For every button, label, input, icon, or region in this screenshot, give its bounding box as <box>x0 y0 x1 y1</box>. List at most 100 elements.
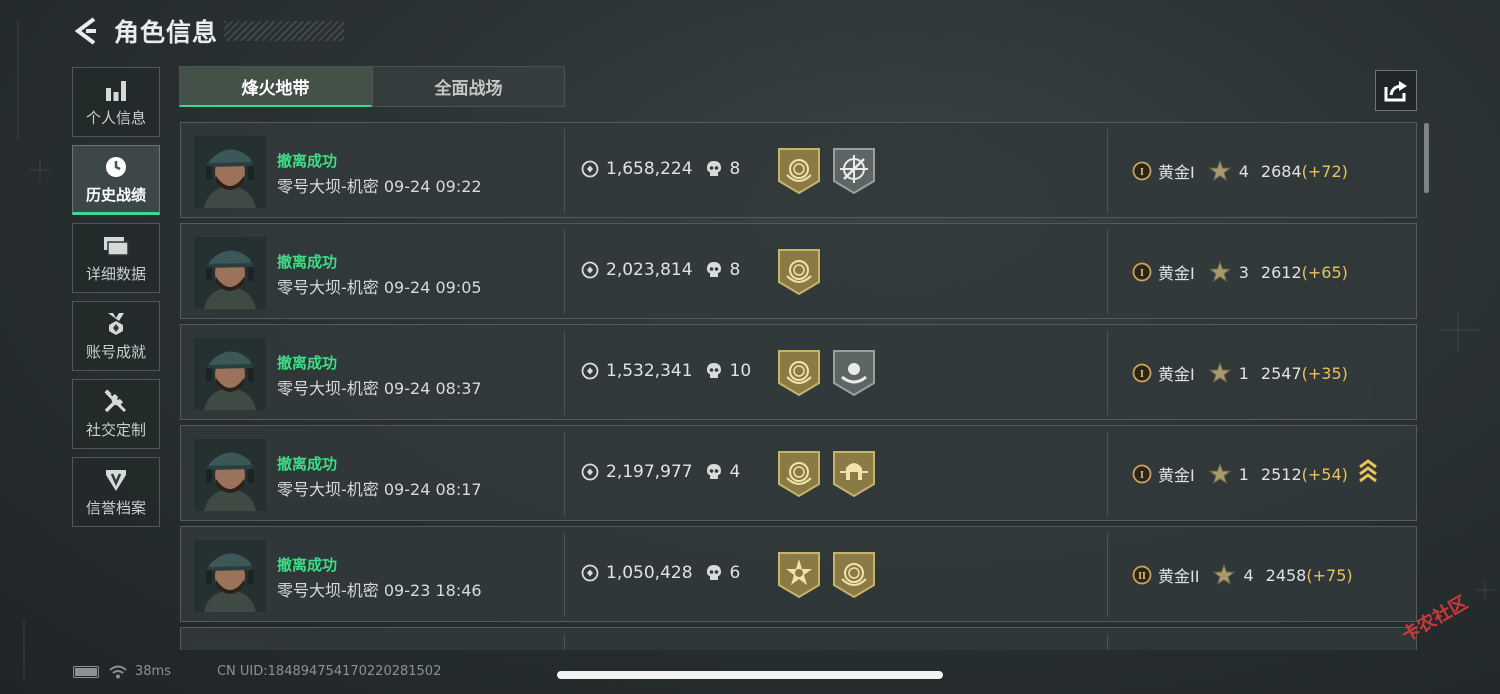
rank-score: 2684 <box>1260 161 1302 181</box>
gold-emblem-medal[interactable] <box>777 248 821 296</box>
score-delta: (+75) <box>1306 565 1353 585</box>
sidebar-item-detailed-data[interactable]: 详细数据 <box>72 223 160 293</box>
medal-list <box>777 349 887 397</box>
bar-chart-icon <box>102 77 130 103</box>
sidebar-item-label: 详细数据 <box>85 264 146 283</box>
match-stats: 1,050,428 6 <box>581 563 740 583</box>
sidebar-item-label: 社交定制 <box>85 420 146 439</box>
kill-count: 8 <box>729 159 741 179</box>
tab-full-battlefield[interactable]: 全面战场 <box>372 66 565 107</box>
divider <box>1107 331 1108 415</box>
gold-emblem-medal[interactable] <box>777 147 821 195</box>
match-row-partial[interactable] <box>180 627 1417 650</box>
medal-list <box>777 551 887 599</box>
divider <box>1107 533 1108 617</box>
kill-count: 8 <box>729 260 741 280</box>
divider <box>1107 230 1108 314</box>
divider <box>1107 432 1108 516</box>
score-delta: (+65) <box>1301 262 1348 282</box>
ping-value: 38ms <box>135 664 171 679</box>
svg-text:I: I <box>1140 369 1144 380</box>
match-stats: 1,532,341 10 <box>581 361 751 381</box>
map-name: 零号大坝-机密 <box>277 581 379 600</box>
divider <box>564 634 565 650</box>
silver-crosshair-medal[interactable] <box>832 147 876 195</box>
carried-out-value: 2,197,977 <box>606 462 693 482</box>
skull-icon <box>706 464 721 479</box>
map-name: 零号大坝-机密 <box>277 379 379 398</box>
svg-text:II: II <box>1138 571 1146 582</box>
silver-hand-medal[interactable] <box>832 349 876 397</box>
score-delta: (+54) <box>1301 464 1348 484</box>
sidebar: 个人信息 历史战绩 详细数据 账号成就 社交定制 信誉档案 <box>72 67 160 535</box>
value-coin-icon <box>581 463 599 481</box>
rank-info: I 黄金I 3 2612 (+65) <box>1132 260 1348 284</box>
rank-tier-icon: I <box>1132 363 1152 383</box>
match-row[interactable]: 撤离成功 零号大坝-机密 09-24 08:37 1,532,341 10 I … <box>180 324 1417 420</box>
rank-info: I 黄金I 4 2684 (+72) <box>1132 159 1348 183</box>
rank-name: 黄金I <box>1158 163 1195 182</box>
sidebar-item-personal-info[interactable]: 个人信息 <box>72 67 160 137</box>
star-count: 1 <box>1238 363 1249 383</box>
carried-out-value: 2,023,814 <box>606 260 693 280</box>
map-name: 零号大坝-机密 <box>277 278 379 297</box>
carried-out-value: 1,050,428 <box>606 563 693 583</box>
match-row[interactable]: 撤离成功 零号大坝-机密 09-23 18:46 1,050,428 6 II … <box>180 526 1417 622</box>
match-time: 09-24 08:37 <box>383 379 482 398</box>
sidebar-item-social-custom[interactable]: 社交定制 <box>72 379 160 449</box>
skull-icon <box>706 161 721 176</box>
divider <box>1107 634 1108 650</box>
star-count: 4 <box>1243 565 1254 585</box>
title-decoration <box>224 21 345 41</box>
skull-icon <box>706 363 721 378</box>
match-stats: 1,658,224 8 <box>581 159 740 179</box>
back-button[interactable] <box>70 16 100 46</box>
kill-count: 4 <box>729 462 741 482</box>
tab-warfire-zone[interactable]: 烽火地带 <box>179 66 372 107</box>
shield-icon <box>102 467 130 493</box>
rank-tier-icon: I <box>1132 262 1152 282</box>
score-delta: (+72) <box>1301 161 1348 181</box>
value-coin-icon <box>581 160 599 178</box>
rank-info: II 黄金II 4 2458 (+75) <box>1132 563 1353 587</box>
operator-avatar <box>194 641 266 650</box>
match-row[interactable]: 撤离成功 零号大坝-机密 09-24 09:05 2,023,814 8 I 黄… <box>180 223 1417 319</box>
divider <box>564 230 565 314</box>
share-button[interactable] <box>1375 70 1417 111</box>
gold-emblem-medal[interactable] <box>777 450 821 498</box>
divider <box>564 129 565 213</box>
page-title: 角色信息 <box>114 18 219 47</box>
gold-emblem-medal[interactable] <box>777 349 821 397</box>
rank-tier-icon: II <box>1132 565 1152 585</box>
sidebar-item-match-history[interactable]: 历史战绩 <box>72 145 160 215</box>
extraction-status: 撤离成功 <box>277 455 338 473</box>
star-icon <box>1208 463 1231 485</box>
medal-list <box>777 450 887 498</box>
rank-name: 黄金II <box>1158 567 1200 586</box>
rank-tier-icon: I <box>1132 161 1152 181</box>
match-row[interactable]: 撤离成功 零号大坝-机密 09-24 09:22 1,658,224 8 I 黄… <box>180 122 1417 218</box>
medal-list <box>777 248 832 296</box>
map-name: 零号大坝-机密 <box>277 480 379 499</box>
gold-star-medal[interactable] <box>777 551 821 599</box>
rank-info: I 黄金I 1 2512 (+54) <box>1132 462 1348 486</box>
extraction-status: 撤离成功 <box>277 253 338 271</box>
gold-helmet-medal[interactable] <box>832 450 876 498</box>
star-count: 1 <box>1238 464 1249 484</box>
sidebar-item-achievements[interactable]: 账号成就 <box>72 301 160 371</box>
match-row[interactable]: 撤离成功 零号大坝-机密 09-24 08:17 2,197,977 4 I 黄… <box>180 425 1417 521</box>
gold-emblem-medal[interactable] <box>832 551 876 599</box>
extraction-status: 撤离成功 <box>277 152 338 170</box>
rank-tier-icon: I <box>1132 464 1152 484</box>
match-time: 09-24 09:22 <box>383 177 482 196</box>
share-icon <box>1384 80 1407 101</box>
divider <box>564 533 565 617</box>
svg-text:I: I <box>1140 268 1144 279</box>
rank-info: I 黄金I 1 2547 (+35) <box>1132 361 1348 385</box>
match-info: 零号大坝-机密 09-24 09:05 <box>277 274 482 298</box>
sidebar-item-credit-record[interactable]: 信誉档案 <box>72 457 160 527</box>
scrollbar[interactable] <box>1424 123 1429 193</box>
sidebar-item-label: 历史战绩 <box>85 185 146 204</box>
battery-icon <box>73 665 99 678</box>
home-indicator[interactable] <box>557 671 943 679</box>
